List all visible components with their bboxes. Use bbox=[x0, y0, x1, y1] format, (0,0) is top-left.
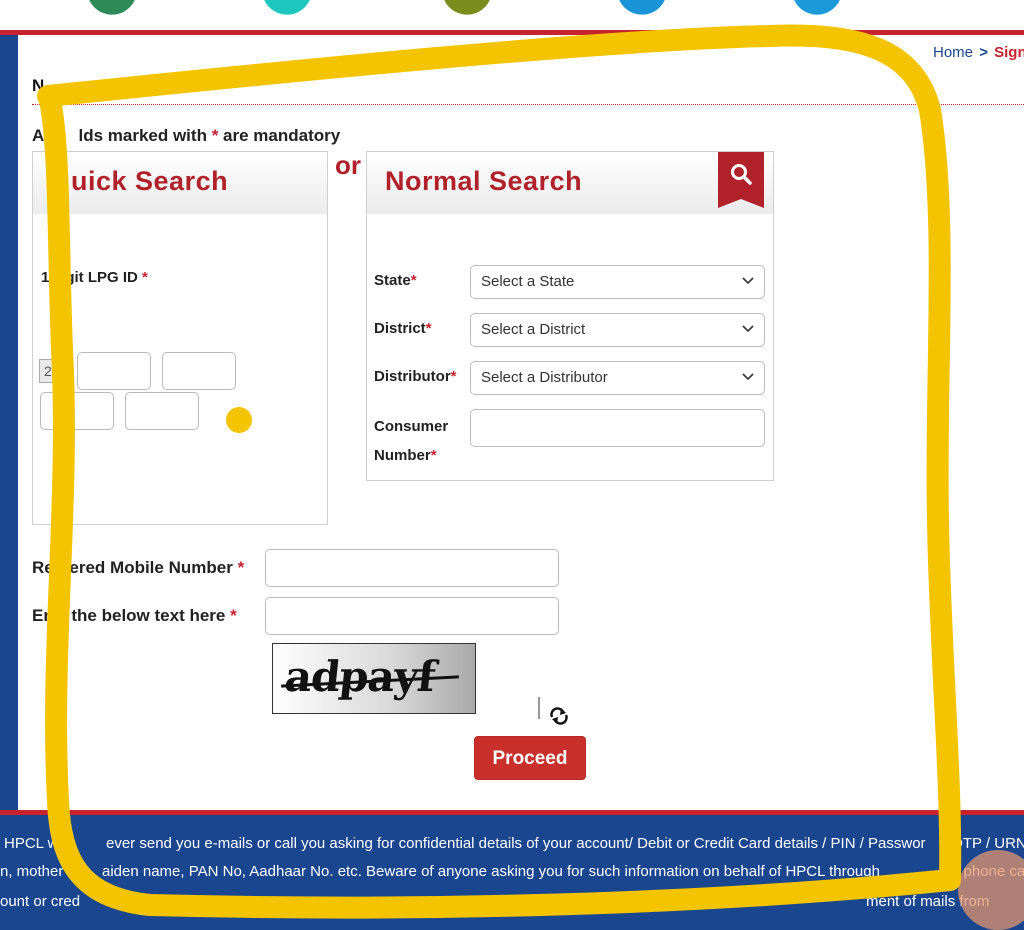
normal-search-title: Normal Search bbox=[385, 166, 583, 196]
header-banner bbox=[0, 0, 1024, 30]
mandatory-note-start: All bbox=[32, 126, 54, 145]
lpg-id-label-rest: git LPG ID bbox=[65, 269, 138, 286]
district-select[interactable]: Select a District bbox=[470, 313, 765, 347]
or-separator: or bbox=[335, 150, 361, 180]
required-star: * bbox=[430, 447, 437, 464]
side-bar bbox=[0, 35, 18, 810]
footer-line-2b: aiden name, PAN No, Aadhaar No. etc. Bew… bbox=[102, 863, 880, 880]
chevron-down-icon bbox=[742, 277, 754, 285]
footer-line-2a: n, mother bbox=[0, 863, 64, 880]
required-star: * bbox=[425, 320, 432, 337]
page-title: N bbox=[32, 76, 45, 95]
required-star: * bbox=[211, 126, 219, 145]
state-label-text: State bbox=[374, 272, 411, 289]
required-star: * bbox=[230, 606, 237, 625]
required-star: * bbox=[237, 558, 245, 577]
refresh-divider bbox=[538, 697, 540, 719]
distributor-label: Distributor* bbox=[374, 362, 457, 391]
mandatory-note-middle: lds marked with bbox=[78, 126, 207, 145]
footer-line-3a: ount or cred bbox=[0, 893, 81, 910]
chevron-down-icon bbox=[742, 325, 754, 333]
captcha-input-label: Ent the below text here * bbox=[32, 606, 237, 626]
highlight-dot bbox=[226, 407, 252, 433]
header-divider bbox=[0, 30, 1024, 35]
consumer-label-line1: Consumer bbox=[374, 418, 449, 435]
search-icon bbox=[731, 164, 752, 185]
quick-search-panel: uick Search 1 git LPG ID * 2 bbox=[32, 151, 328, 525]
distributor-label-text: Distributor bbox=[374, 368, 451, 385]
logo-leaf-olive bbox=[439, 0, 501, 23]
mobile-label-rest: tered Mobile Number bbox=[63, 558, 233, 577]
lpg-id-input-3[interactable] bbox=[40, 392, 114, 430]
distributor-select[interactable]: Select a Distributor bbox=[470, 361, 765, 395]
breadcrumb: Home > SignU bbox=[933, 44, 1024, 61]
footer-line-1c: DTP / URN bbox=[952, 835, 1024, 852]
consumer-number-input[interactable] bbox=[470, 409, 765, 447]
logo-leaf-lightblue bbox=[789, 0, 851, 23]
mobile-number-label: Re tered Mobile Number * bbox=[32, 558, 244, 578]
state-label: State* bbox=[374, 266, 417, 295]
lpg-id-prefix: 2 bbox=[39, 359, 61, 383]
mandatory-note: All lds marked with * are mandatory bbox=[32, 126, 340, 146]
refresh-captcha-icon[interactable] bbox=[548, 706, 570, 726]
state-select[interactable]: Select a State bbox=[470, 265, 765, 299]
consumer-label-line2: Number bbox=[374, 447, 431, 464]
captcha-label-rest: the below text here bbox=[71, 606, 226, 625]
mobile-label-start: Re bbox=[32, 558, 54, 577]
normal-search-panel: Normal Search State* Select a State Dist… bbox=[366, 151, 774, 481]
logo-leaf-blue bbox=[614, 0, 676, 23]
lpg-id-input-4[interactable] bbox=[125, 392, 199, 430]
lpg-id-label-start: 1 bbox=[41, 269, 50, 286]
footer-line-1b: ever send you e-mails or call you asking… bbox=[106, 835, 926, 852]
lpg-id-input-2[interactable] bbox=[162, 352, 236, 390]
district-label: District* bbox=[374, 314, 432, 343]
captcha-text: adpayf bbox=[282, 652, 438, 701]
chevron-down-icon bbox=[742, 373, 754, 381]
captcha-input[interactable] bbox=[265, 597, 559, 635]
captcha-label-start: Ent bbox=[32, 606, 60, 625]
footer-notice: HPCL w ever send you e-mails or call you… bbox=[0, 815, 1024, 930]
breadcrumb-separator: > bbox=[979, 44, 988, 61]
lpg-id-input-1[interactable] bbox=[77, 352, 151, 390]
footer-line-1a: HPCL w bbox=[4, 835, 59, 852]
breadcrumb-current: SignU bbox=[994, 44, 1024, 61]
consumer-number-label: Consumer Number* bbox=[374, 412, 448, 470]
title-divider bbox=[32, 104, 1024, 105]
logo-leaf-green bbox=[84, 0, 146, 23]
mandatory-note-end: are mandatory bbox=[223, 126, 341, 145]
mobile-number-input[interactable] bbox=[265, 549, 559, 587]
state-select-value: Select a State bbox=[481, 273, 575, 290]
district-label-text: District bbox=[374, 320, 426, 337]
logo-leaf-teal bbox=[259, 0, 321, 23]
captcha-image: adpayf bbox=[272, 643, 476, 714]
required-star: * bbox=[410, 272, 417, 289]
proceed-button[interactable]: Proceed bbox=[474, 736, 586, 780]
required-star: * bbox=[142, 269, 148, 286]
quick-search-title: uick Search bbox=[71, 166, 229, 196]
distributor-select-value: Select a Distributor bbox=[481, 369, 608, 386]
required-star: * bbox=[450, 368, 457, 385]
breadcrumb-home-link[interactable]: Home bbox=[933, 44, 973, 61]
district-select-value: Select a District bbox=[481, 321, 586, 338]
lpg-id-label: 1 git LPG ID * bbox=[41, 269, 148, 286]
